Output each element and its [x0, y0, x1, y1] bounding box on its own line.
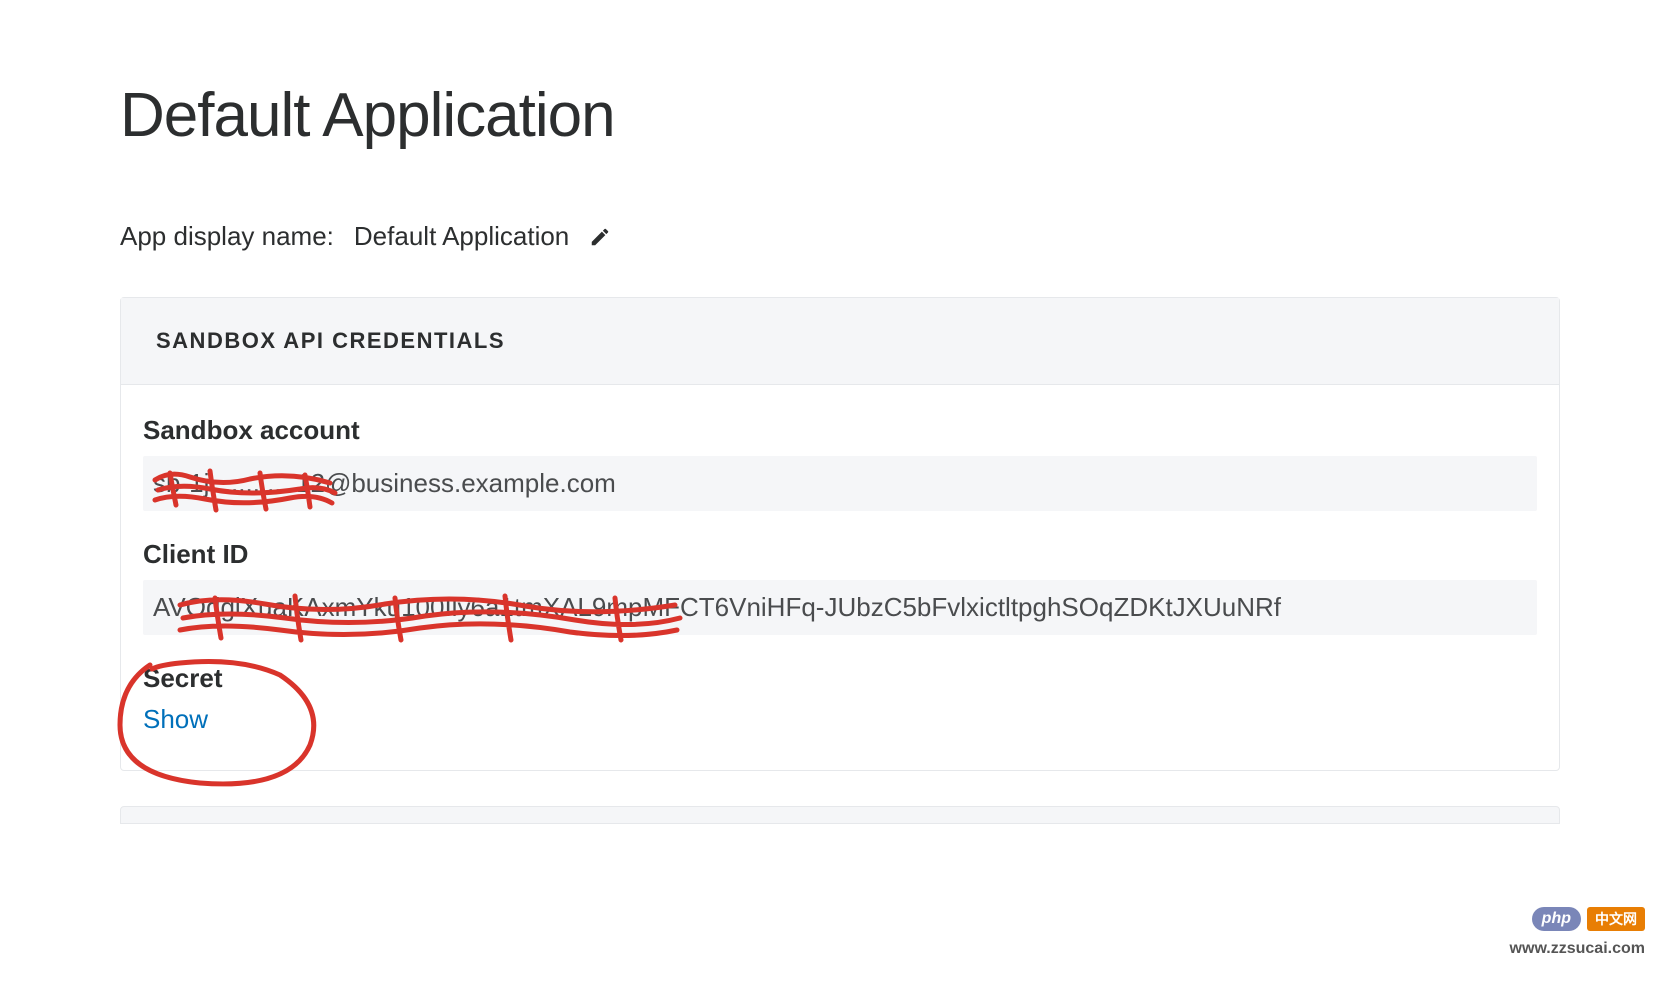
- main-container: Default Application App display name: De…: [0, 0, 1680, 824]
- page-title: Default Application: [120, 80, 1560, 151]
- secret-show-link[interactable]: Show: [143, 704, 208, 735]
- secret-label: Secret: [143, 663, 1537, 694]
- display-name-value: Default Application: [354, 221, 569, 252]
- credentials-card-body: Sandbox account sb-1j............12@busi…: [121, 385, 1559, 770]
- secret-field: Secret Show: [143, 663, 1537, 735]
- client-id-field: Client ID AVOdglXuaKAxmYku100Ily6a1tmXAL…: [143, 539, 1537, 635]
- sandbox-account-label: Sandbox account: [143, 415, 1537, 446]
- sandbox-account-field: Sandbox account sb-1j............12@busi…: [143, 415, 1537, 511]
- php-text-label: 中文网: [1587, 907, 1645, 931]
- display-name-row: App display name: Default Application: [120, 221, 1560, 252]
- php-badge-icon: php: [1532, 907, 1581, 931]
- credentials-card: SANDBOX API CREDENTIALS Sandbox account …: [120, 297, 1560, 771]
- watermark-zzsucai: www.zzsucai.com: [1510, 940, 1645, 958]
- sandbox-account-value[interactable]: sb-1j............12@business.example.com: [143, 456, 1537, 511]
- watermark-php: php 中文网: [1532, 907, 1645, 931]
- client-id-value[interactable]: AVOdglXuaKAxmYku100Ily6a1tmXAL9mpMFCT6Vn…: [143, 580, 1537, 635]
- edit-pencil-icon[interactable]: [589, 226, 611, 248]
- next-card-top: [120, 806, 1560, 824]
- client-id-label: Client ID: [143, 539, 1537, 570]
- credentials-card-header: SANDBOX API CREDENTIALS: [121, 298, 1559, 385]
- display-name-label: App display name:: [120, 221, 334, 252]
